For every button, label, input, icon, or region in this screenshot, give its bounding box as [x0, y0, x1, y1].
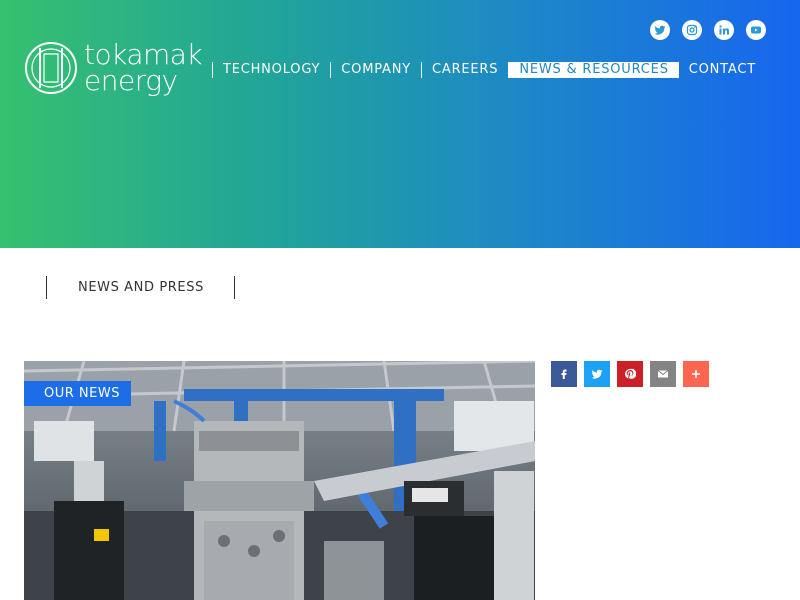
nav-company[interactable]: COMPANY [330, 62, 421, 78]
linkedin-icon[interactable] [714, 20, 734, 40]
brand-logo[interactable]: tokamak energy [24, 40, 204, 96]
instagram-icon[interactable] [682, 20, 702, 40]
breadcrumb-current[interactable]: NEWS AND PRESS [47, 276, 235, 299]
nav-careers[interactable]: CAREERS [421, 62, 508, 78]
more-share-icon[interactable] [683, 361, 709, 387]
tokamak-logo-icon [25, 42, 77, 94]
twitter-share-icon[interactable] [584, 361, 610, 387]
brand-wordmark: tokamak energy [84, 41, 203, 97]
youtube-icon[interactable] [746, 20, 766, 40]
social-links [650, 20, 766, 40]
main-nav: TECHNOLOGY COMPANY CAREERS NEWS & RESOUR… [211, 62, 766, 78]
nav-contact[interactable]: CONTACT [679, 62, 766, 78]
twitter-icon[interactable] [650, 20, 670, 40]
nav-technology[interactable]: TECHNOLOGY [211, 62, 330, 78]
hero-banner: tokamak energy TECHNOLOGY COMPANY CAREER… [0, 0, 800, 248]
article-category-badge[interactable]: OUR NEWS [24, 381, 131, 406]
article-featured-image[interactable]: OUR NEWS [24, 361, 535, 600]
pinterest-share-icon[interactable] [617, 361, 643, 387]
nav-news-resources[interactable]: NEWS & RESOURCES [508, 62, 679, 78]
share-buttons [551, 361, 709, 387]
breadcrumb: NEWS AND PRESS [46, 276, 235, 299]
facebook-share-icon[interactable] [551, 361, 577, 387]
email-share-icon[interactable] [650, 361, 676, 387]
brand-line2: energy [84, 64, 178, 97]
